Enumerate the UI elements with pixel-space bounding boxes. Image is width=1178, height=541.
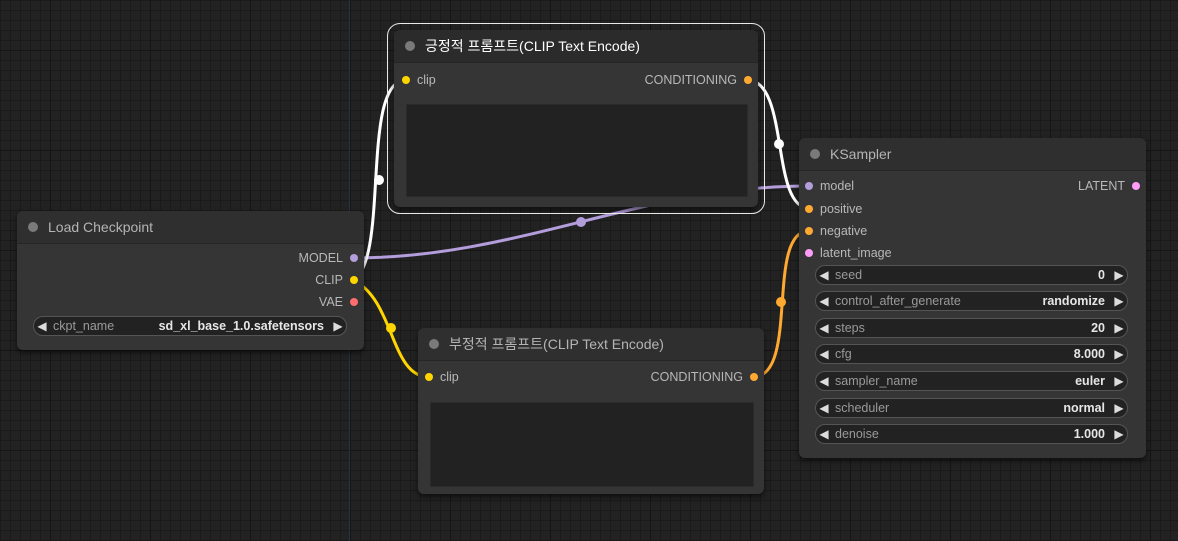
output-slot-clip[interactable]: CLIP — [315, 272, 358, 288]
widget-value: 20 — [1091, 321, 1105, 335]
collapse-dot-icon[interactable] — [429, 339, 439, 349]
widget-value: 0 — [1098, 268, 1105, 282]
left-arrow-icon[interactable]: ◀ — [816, 321, 832, 335]
node-positive-title: 긍정적 프롬프트(CLIP Text Encode) — [425, 38, 640, 54]
latent-pin-icon[interactable] — [1132, 182, 1140, 190]
conditioning-pin-icon[interactable] — [750, 373, 758, 381]
scheduler-widget[interactable]: ◀ scheduler normal ▶ — [815, 398, 1128, 418]
collapse-dot-icon[interactable] — [810, 149, 820, 159]
input-slot-latent-image[interactable]: latent_image — [805, 245, 892, 261]
vae-pin-icon[interactable] — [350, 298, 358, 306]
right-arrow-icon[interactable]: ▶ — [1111, 427, 1127, 441]
node-checkpoint-title: Load Checkpoint — [48, 219, 154, 235]
output-slot-model[interactable]: MODEL — [299, 250, 358, 266]
left-arrow-icon[interactable]: ◀ — [34, 319, 50, 333]
node-negative-prompt[interactable]: 부정적 프롬프트(CLIP Text Encode) clip CONDITIO… — [418, 328, 764, 494]
input-slot-positive[interactable]: positive — [805, 201, 862, 217]
link-negative-midpoint — [776, 297, 786, 307]
input-slot-clip[interactable]: clip — [402, 72, 436, 88]
left-arrow-icon[interactable]: ◀ — [816, 401, 832, 415]
widget-label: denoise — [835, 427, 879, 441]
node-load-checkpoint[interactable]: Load Checkpoint MODEL CLIP VAE ◀ ckpt_na… — [17, 211, 364, 350]
widget-value: euler — [1075, 374, 1105, 388]
collapse-dot-icon[interactable] — [405, 41, 415, 51]
link-clip-positive-midpoint — [374, 175, 384, 185]
input-slot-negative[interactable]: negative — [805, 223, 867, 239]
output-label-clip: CLIP — [315, 273, 343, 287]
input-label-model: model — [820, 179, 855, 193]
node-negative-title-bar[interactable]: 부정적 프롬프트(CLIP Text Encode) — [418, 328, 764, 361]
prompt-textarea[interactable] — [430, 402, 754, 487]
node-positive-prompt[interactable]: 긍정적 프롬프트(CLIP Text Encode) clip CONDITIO… — [387, 23, 765, 214]
node-ksampler-title-bar[interactable]: KSampler — [799, 138, 1146, 171]
output-label-latent: LATENT — [1078, 179, 1125, 193]
right-arrow-icon[interactable]: ▶ — [1111, 321, 1127, 335]
node-ksampler-title: KSampler — [830, 146, 892, 162]
cfg-widget[interactable]: ◀ cfg 8.000 ▶ — [815, 344, 1128, 364]
widget-value: 1.000 — [1073, 427, 1105, 441]
right-arrow-icon[interactable]: ▶ — [1111, 294, 1127, 308]
steps-widget[interactable]: ◀ steps 20 ▶ — [815, 318, 1128, 338]
denoise-widget[interactable]: ◀ denoise 1.000 ▶ — [815, 424, 1128, 444]
widget-value: normal — [1063, 401, 1105, 415]
input-slot-model[interactable]: model — [805, 178, 854, 194]
input-slot-clip[interactable]: clip — [425, 369, 459, 385]
input-label-clip: clip — [440, 370, 459, 384]
widget-label: ckpt_name — [53, 319, 115, 333]
widget-label: sampler_name — [835, 374, 918, 388]
output-slot-conditioning[interactable]: CONDITIONING — [645, 72, 752, 88]
input-label-negative: negative — [820, 224, 868, 238]
left-arrow-icon[interactable]: ◀ — [816, 374, 832, 388]
widget-label: control_after_generate — [835, 294, 961, 308]
clip-pin-icon[interactable] — [425, 373, 433, 381]
link-positive-midpoint — [774, 139, 784, 149]
widget-value: sd_xl_base_1.0.safetensors — [158, 319, 324, 333]
right-arrow-icon[interactable]: ▶ — [1111, 268, 1127, 282]
output-slot-vae[interactable]: VAE — [319, 294, 358, 310]
conditioning-pin-icon[interactable] — [744, 76, 752, 84]
right-arrow-icon[interactable]: ▶ — [1111, 401, 1127, 415]
output-label-conditioning: CONDITIONING — [650, 370, 743, 384]
model-pin-icon[interactable] — [350, 254, 358, 262]
input-label-latent-image: latent_image — [820, 246, 892, 260]
right-arrow-icon[interactable]: ▶ — [330, 319, 346, 333]
link-clip-negative-midpoint — [386, 323, 396, 333]
left-arrow-icon[interactable]: ◀ — [816, 294, 832, 308]
widget-label: seed — [835, 268, 863, 282]
model-pin-icon[interactable] — [805, 182, 813, 190]
output-slot-conditioning[interactable]: CONDITIONING — [651, 369, 758, 385]
input-label-positive: positive — [820, 202, 863, 216]
clip-pin-icon[interactable] — [402, 76, 410, 84]
link-model-midpoint — [576, 217, 586, 227]
clip-pin-icon[interactable] — [350, 276, 358, 284]
conditioning-pin-icon[interactable] — [805, 205, 813, 213]
right-arrow-icon[interactable]: ▶ — [1111, 347, 1127, 361]
output-label-conditioning: CONDITIONING — [644, 73, 737, 87]
latent-pin-icon[interactable] — [805, 249, 813, 257]
output-label-model: MODEL — [298, 251, 343, 265]
input-label-clip: clip — [417, 73, 436, 87]
left-arrow-icon[interactable]: ◀ — [816, 427, 832, 441]
widget-value: 8.000 — [1073, 347, 1105, 361]
sampler-name-widget[interactable]: ◀ sampler_name euler ▶ — [815, 371, 1128, 391]
prompt-textarea[interactable] — [406, 104, 748, 197]
node-positive-title-bar[interactable]: 긍정적 프롬프트(CLIP Text Encode) — [394, 30, 758, 63]
output-slot-latent[interactable]: LATENT — [1078, 178, 1140, 194]
node-checkpoint-title-bar[interactable]: Load Checkpoint — [17, 211, 364, 244]
widget-label: cfg — [835, 347, 852, 361]
collapse-dot-icon[interactable] — [28, 222, 38, 232]
control-after-generate-widget[interactable]: ◀ control_after_generate randomize ▶ — [815, 291, 1128, 311]
output-label-vae: VAE — [318, 295, 343, 309]
left-arrow-icon[interactable]: ◀ — [816, 268, 832, 282]
widget-label: scheduler — [835, 401, 890, 415]
node-ksampler[interactable]: KSampler model positive negative latent_… — [799, 138, 1146, 458]
ckpt-name-combo[interactable]: ◀ ckpt_name sd_xl_base_1.0.safetensors ▶ — [33, 316, 347, 336]
seed-widget[interactable]: ◀ seed 0 ▶ — [815, 265, 1128, 285]
node-negative-title: 부정적 프롬프트(CLIP Text Encode) — [449, 336, 664, 352]
widget-label: steps — [835, 321, 865, 335]
left-arrow-icon[interactable]: ◀ — [816, 347, 832, 361]
right-arrow-icon[interactable]: ▶ — [1111, 374, 1127, 388]
widget-value: randomize — [1042, 294, 1105, 308]
conditioning-pin-icon[interactable] — [805, 227, 813, 235]
